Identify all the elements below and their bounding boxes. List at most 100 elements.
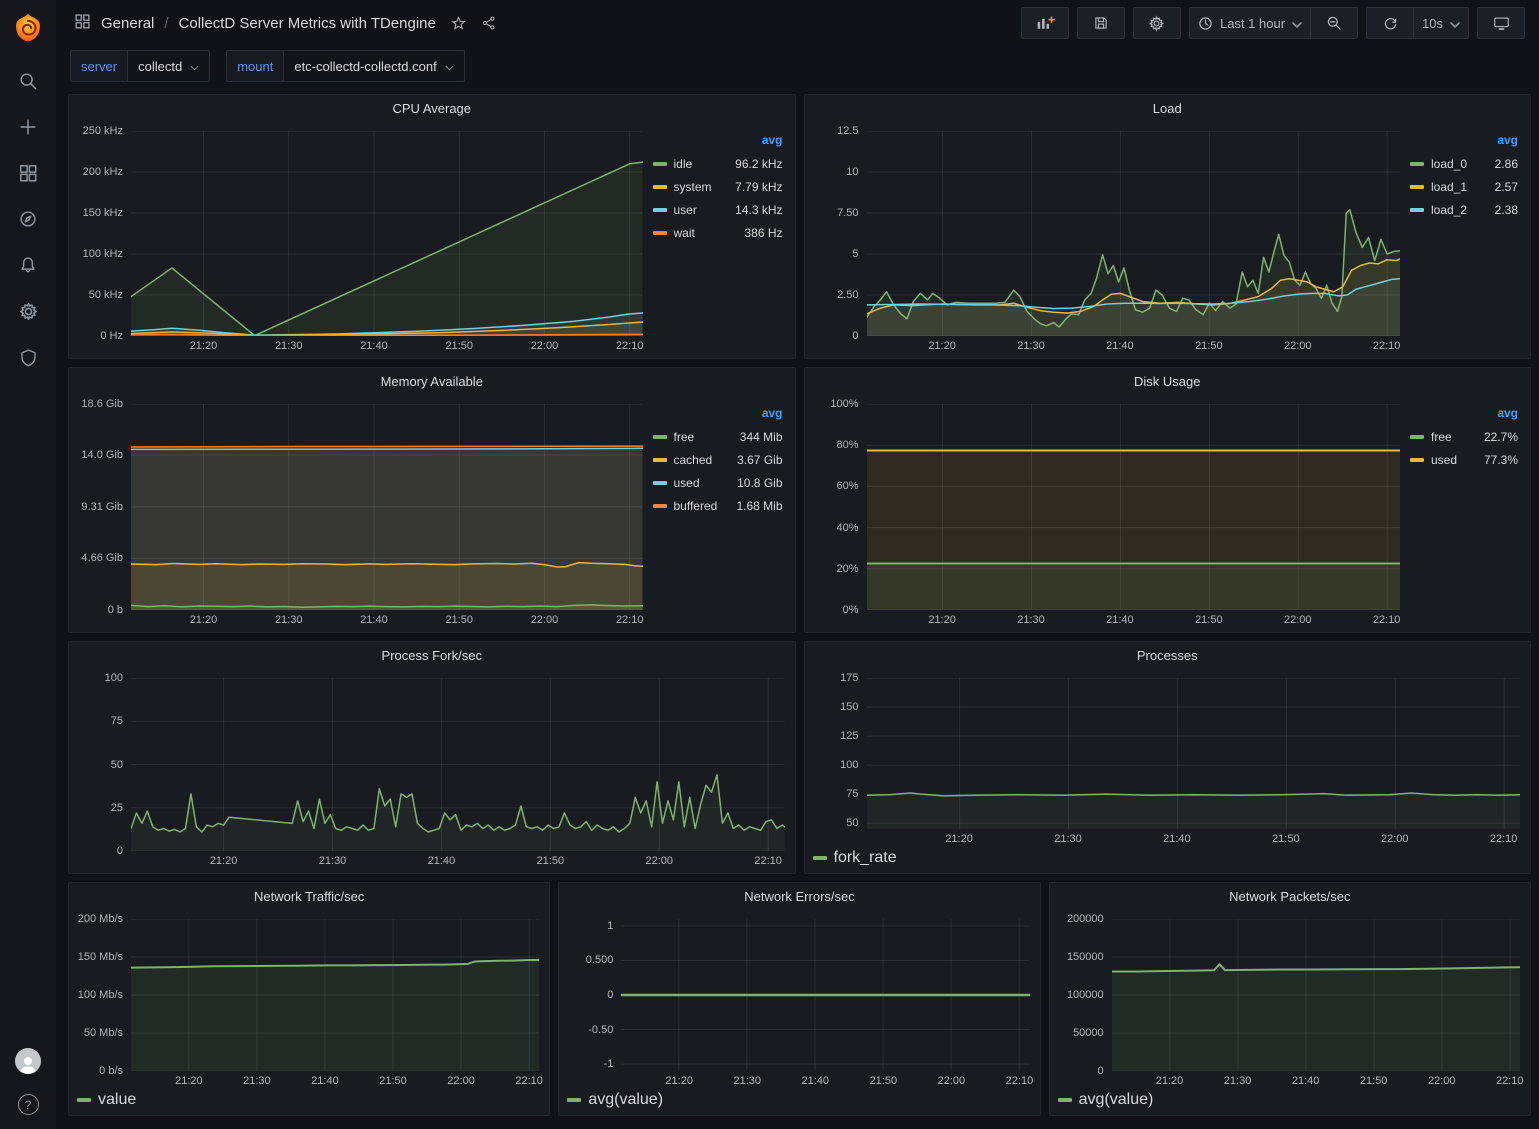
y-tick-label: 75 — [111, 715, 123, 727]
legend-item-fork_rate[interactable]: fork_rate — [813, 847, 897, 869]
share-icon — [481, 15, 497, 31]
share-dashboard-button[interactable] — [481, 15, 497, 31]
y-tick-label: 100 Mb/s — [78, 989, 123, 1001]
plot-area[interactable] — [131, 678, 785, 851]
variable-mount-value: etc-collectd-collectd.conf — [294, 59, 436, 74]
processes-chart: 507510012515017521:2021:3021:4021:5022:0… — [805, 668, 1531, 873]
x-tick-label: 22:00 — [1284, 340, 1312, 352]
legend-item-wait[interactable]: wait386 Hz — [653, 221, 783, 244]
legend-item-load_1[interactable]: load_12.57 — [1410, 175, 1518, 198]
variable-server-label: server — [70, 50, 127, 82]
plot-area[interactable] — [1112, 919, 1520, 1071]
sidebar-item-dashboards[interactable] — [17, 162, 39, 184]
time-range-button[interactable]: Last 1 hour — [1189, 7, 1311, 39]
x-tick-label: 21:30 — [1054, 833, 1082, 845]
plot-area[interactable] — [867, 404, 1401, 610]
legend-series-value: 96.2 kHz — [735, 157, 782, 171]
panel-network-traffic: Network Traffic/sec 0 b/s50 Mb/s100 Mb/s… — [68, 882, 550, 1116]
disk-usage-chart: 0%20%40%60%80%100%21:2021:3021:4021:5022… — [805, 394, 1531, 632]
y-tick-label: 25 — [111, 802, 123, 814]
panel-title[interactable]: Network Traffic/sec — [69, 883, 549, 909]
y-tick-label: -0.50 — [588, 1024, 613, 1036]
panel-title[interactable]: Process Fork/sec — [69, 642, 795, 668]
plot-area[interactable] — [621, 919, 1029, 1071]
legend-item-used[interactable]: used10.8 Gib — [653, 471, 783, 494]
settings-gear-icon — [1148, 15, 1165, 32]
legend-item-free[interactable]: free22.7% — [1410, 425, 1518, 448]
panel-title[interactable]: Memory Available — [69, 368, 795, 394]
plot-area[interactable] — [131, 919, 539, 1071]
y-axis: 050000100000150000200000 — [1056, 919, 1112, 1071]
breadcrumb-folder[interactable]: General — [101, 15, 154, 32]
dashboard-settings-button[interactable] — [1133, 7, 1181, 39]
y-tick-label: 150 Mb/s — [78, 951, 123, 963]
legend-item-avg(value)[interactable]: avg(value) — [1058, 1089, 1154, 1111]
legend-series-label: buffered — [674, 499, 718, 513]
variables-bar: server collectd mount etc-collectd-colle… — [56, 46, 1539, 91]
legend-item-buffered[interactable]: buffered1.68 Mib — [653, 494, 783, 517]
variable-mount-picker[interactable]: etc-collectd-collectd.conf — [283, 50, 464, 82]
panel-title[interactable]: Processes — [805, 642, 1531, 668]
refresh-button[interactable] — [1366, 7, 1414, 39]
sidebar-item-server-admin[interactable] — [17, 346, 39, 368]
grafana-logo[interactable] — [12, 12, 44, 44]
series-color-swatch — [1410, 458, 1424, 462]
y-tick-label: 0 — [117, 845, 123, 857]
add-panel-button[interactable] — [1021, 7, 1069, 39]
sidebar-item-configuration[interactable] — [17, 300, 39, 322]
sidebar-item-search[interactable] — [17, 70, 39, 92]
legend-avg-header[interactable]: avg — [653, 406, 783, 420]
y-tick-label: 50 — [111, 759, 123, 771]
legend-avg-header[interactable]: avg — [653, 133, 783, 147]
series-color-swatch — [653, 435, 667, 439]
x-tick-label: 22:10 — [1006, 1075, 1034, 1087]
legend-series-label: cached — [674, 453, 713, 467]
y-tick-label: 100% — [830, 398, 858, 410]
y-tick-label: 4.66 Gib — [81, 552, 123, 564]
user-avatar-button[interactable] — [15, 1048, 41, 1074]
star-dashboard-button[interactable] — [450, 15, 467, 32]
network-packets-chart: 05000010000015000020000021:2021:3021:402… — [1050, 909, 1530, 1115]
help-button[interactable]: ? — [18, 1094, 39, 1115]
sidebar-item-explore[interactable] — [17, 208, 39, 230]
legend-item-value[interactable]: value — [77, 1089, 136, 1111]
plot-area[interactable] — [131, 404, 643, 610]
refresh-interval-button[interactable]: 10s — [1413, 7, 1469, 39]
panel-title[interactable]: Network Errors/sec — [559, 883, 1039, 909]
plot-area[interactable] — [131, 131, 643, 336]
chevron-down-icon — [445, 59, 454, 74]
cycle-view-mode-button[interactable] — [1477, 7, 1525, 39]
panel-title[interactable]: Load — [805, 95, 1531, 121]
plot-area[interactable] — [867, 131, 1401, 336]
variable-server-picker[interactable]: collectd — [127, 50, 210, 82]
zoom-out-button[interactable] — [1310, 7, 1358, 39]
legend-avg-header[interactable]: avg — [1410, 133, 1518, 147]
sidebar-item-alerting[interactable] — [17, 254, 39, 276]
dashboard-title[interactable]: CollectD Server Metrics with TDengine — [179, 15, 436, 32]
save-dashboard-button[interactable] — [1077, 7, 1125, 39]
legend-item-avg(value)[interactable]: avg(value) — [567, 1089, 663, 1111]
variable-server: server collectd — [70, 50, 210, 82]
legend-series-value: 7.79 kHz — [735, 180, 782, 194]
legend-item-cached[interactable]: cached3.67 Gib — [653, 448, 783, 471]
plot-area[interactable] — [867, 678, 1521, 829]
panel-title[interactable]: CPU Average — [69, 95, 795, 121]
legend-item-used[interactable]: used77.3% — [1410, 448, 1518, 471]
panel-title[interactable]: Network Packets/sec — [1050, 883, 1530, 909]
legend-series-value: 10.8 Gib — [737, 476, 782, 490]
legend-item-load_2[interactable]: load_22.38 — [1410, 198, 1518, 221]
legend-item-user[interactable]: user14.3 kHz — [653, 198, 783, 221]
bell-icon — [18, 255, 38, 275]
y-tick-label: 0.500 — [586, 954, 614, 966]
legend-bottom: value — [75, 1089, 539, 1111]
x-axis: 21:2021:3021:4021:5022:0022:10 — [1112, 1071, 1520, 1089]
legend-avg-header[interactable]: avg — [1410, 406, 1518, 420]
legend-item-system[interactable]: system7.79 kHz — [653, 175, 783, 198]
sidebar-item-create[interactable] — [17, 116, 39, 138]
panel-title[interactable]: Disk Usage — [805, 368, 1531, 394]
dashboards-grid-icon — [18, 163, 38, 183]
legend-item-free[interactable]: free344 Mib — [653, 425, 783, 448]
legend-item-idle[interactable]: idle96.2 kHz — [653, 152, 783, 175]
legend-series-label: free — [1431, 430, 1452, 444]
legend-item-load_0[interactable]: load_02.86 — [1410, 152, 1518, 175]
